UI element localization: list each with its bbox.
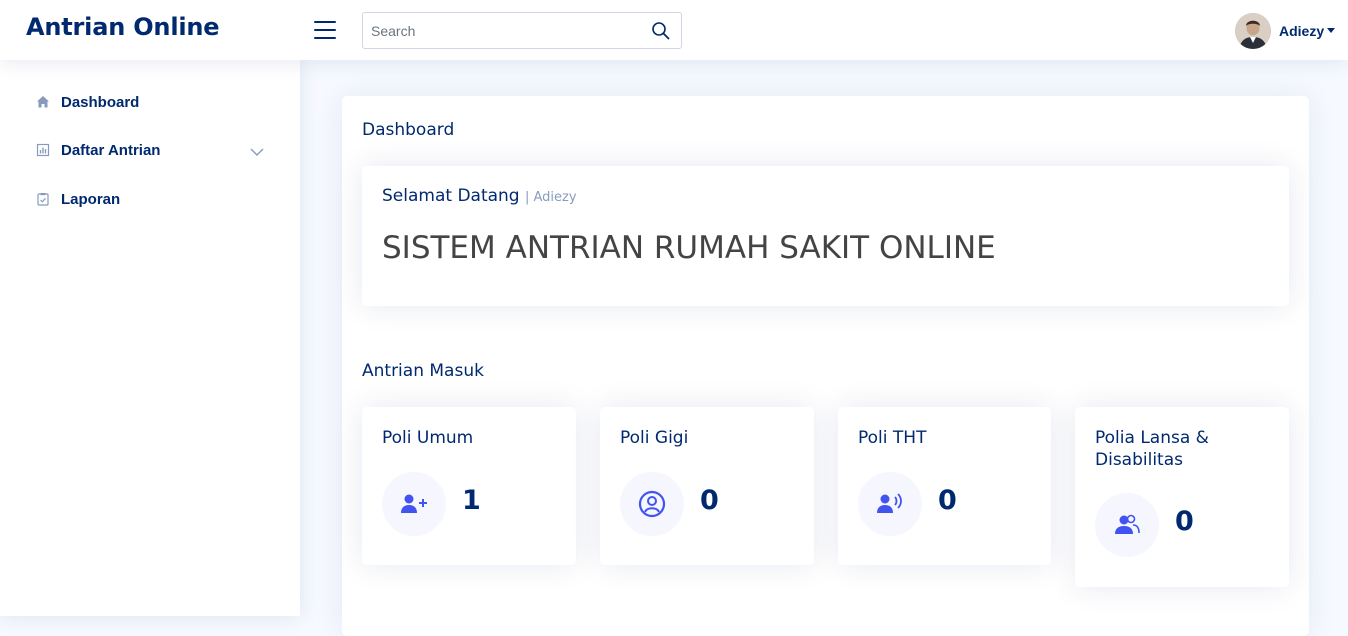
search-bar — [362, 12, 682, 49]
clipboard-check-icon — [36, 192, 50, 206]
search-input[interactable] — [363, 13, 643, 48]
sidebar: Dashboard Daftar Antrian Laporan — [0, 60, 300, 616]
person-voice-icon — [858, 472, 922, 536]
search-icon[interactable] — [651, 21, 671, 41]
bar-chart-icon — [36, 143, 50, 157]
stat-card-poli-tht[interactable]: Poli THT 0 — [838, 407, 1051, 565]
chevron-down-icon[interactable] — [250, 144, 264, 162]
system-headline: SISTEM ANTRIAN RUMAH SAKIT ONLINE — [382, 230, 996, 266]
stat-title: Poli Gigi — [620, 428, 689, 448]
stat-value: 0 — [938, 485, 957, 516]
caret-down-icon — [1327, 28, 1336, 33]
avatar — [1235, 12, 1271, 49]
profile-dropdown[interactable]: Adiezy — [1235, 12, 1336, 49]
sidebar-toggle-button[interactable] — [312, 18, 338, 42]
welcome-title: Selamat Datang | Adiezy — [382, 186, 577, 206]
menu-icon-line — [314, 37, 336, 39]
stat-title: Polia Lansa & Disabilitas — [1095, 428, 1209, 470]
people-icon — [1095, 493, 1159, 557]
stat-title: Poli Umum — [382, 428, 474, 448]
person-plus-icon — [382, 472, 446, 536]
top-header: Antrian Online Adiezy — [0, 0, 1348, 60]
stat-value: 0 — [700, 485, 719, 516]
stat-card-poli-gigi[interactable]: Poli Gigi 0 — [600, 407, 814, 565]
profile-name: Adiezy — [1279, 22, 1325, 39]
person-circle-icon — [620, 472, 684, 536]
menu-icon-line — [314, 29, 336, 31]
house-icon — [36, 95, 50, 109]
dashboard-card: Dashboard Selamat Datang | Adiezy SISTEM… — [342, 96, 1309, 636]
welcome-username: | Adiezy — [525, 190, 577, 205]
stat-card-poli-umum[interactable]: Poli Umum 1 — [362, 407, 576, 565]
app-logo[interactable]: Antrian Online — [26, 13, 220, 41]
sidebar-item-label: Dashboard — [61, 93, 140, 111]
menu-icon-line — [314, 21, 336, 23]
sidebar-item-label: Daftar Antrian — [61, 141, 161, 159]
welcome-title-text: Selamat Datang — [382, 186, 520, 206]
sidebar-item-daftar-antrian[interactable]: Daftar Antrian — [20, 130, 280, 170]
section-title: Antrian Masuk — [362, 361, 484, 381]
stat-value: 0 — [1175, 506, 1194, 537]
stat-value: 1 — [462, 485, 481, 516]
welcome-card: Selamat Datang | Adiezy SISTEM ANTRIAN R… — [362, 166, 1289, 306]
page-title: Dashboard — [362, 120, 455, 140]
sidebar-item-laporan[interactable]: Laporan — [20, 179, 280, 219]
sidebar-item-dashboard[interactable]: Dashboard — [20, 82, 280, 122]
stat-card-poli-lansia-disabilitas[interactable]: Polia Lansa & Disabilitas 0 — [1075, 407, 1289, 587]
sidebar-item-label: Laporan — [61, 190, 121, 208]
stat-title: Poli THT — [858, 428, 927, 448]
